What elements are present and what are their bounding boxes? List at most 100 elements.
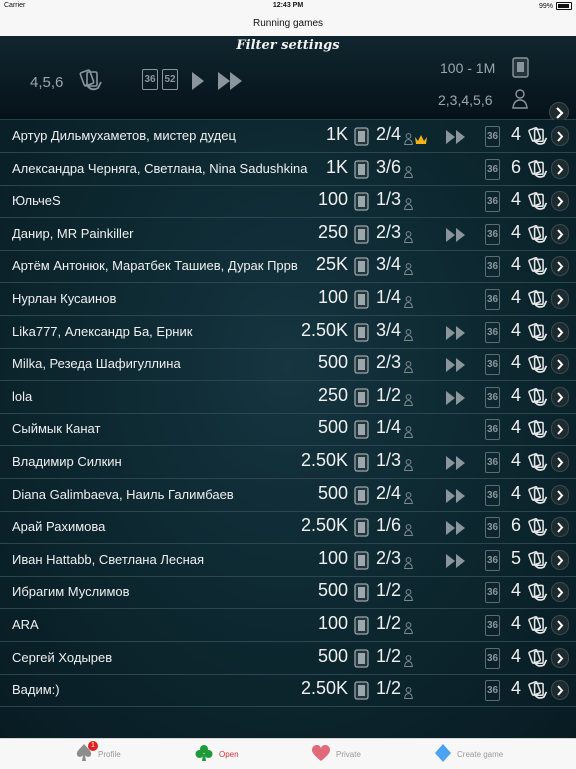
tab-private[interactable]: Private [312,739,361,769]
filter-players: 4,5,6 [30,74,64,91]
game-seats: 1/2 [376,613,402,633]
fast-speed-icon [446,521,468,540]
game-row[interactable]: ARA 100 1/2 36 4 [0,609,576,642]
filter-title: Filter settings [236,38,340,53]
game-bet: 250 [317,221,348,242]
person-icon [404,393,413,411]
hand-cards-icon [527,256,549,283]
game-row[interactable]: Lika777, Александр Ба, Ерник 2.50K 3/4 36 4 [0,316,576,349]
join-game-button[interactable] [551,256,569,277]
join-game-button[interactable] [551,191,569,212]
tab-open[interactable]: Open [195,739,239,769]
join-game-button[interactable] [551,517,569,538]
filter-panel[interactable]: Filter settings 4,5,6 36 52 100 - 1M 2,3… [0,36,576,122]
game-bet: 2.50K [300,319,348,340]
tab-create-game[interactable]: Create game [435,739,503,769]
join-game-button[interactable] [551,484,569,505]
card-icon [353,225,371,250]
hand-cards-icon [527,354,549,381]
deck-36-badge: 36 [142,69,158,90]
game-hand-size: 4 [511,221,522,242]
hand-cards-icon [527,517,549,544]
hand-cards-icon [527,191,549,218]
card-icon [353,322,371,348]
game-seats: 3/4 [376,254,402,275]
fast-speed-icon [446,227,468,247]
game-row[interactable]: Артём Антонюк, Маратбек Ташиев, Дурак Пр… [0,250,576,284]
game-row[interactable]: Иван Hattabb, Светлана Лесная 100 2/3 36 5 [0,544,576,577]
game-hand-size: 6 [511,515,522,536]
game-bet: 100 [317,613,348,633]
game-row[interactable]: ЮльчеS 100 1/3 36 4 [0,185,576,219]
card-icon [353,355,371,380]
join-game-button[interactable] [551,126,569,146]
game-seats: 2/4 [376,124,402,144]
person-icon [404,458,413,476]
deck-badge: 36 [485,191,500,213]
fast-speed-icon [446,358,468,377]
game-row[interactable]: Сыймык Канат 500 1/4 36 4 [0,413,576,447]
game-row[interactable]: Ибрагим Муслимов 500 1/2 36 4 [0,576,576,610]
join-game-button[interactable] [551,647,569,668]
game-bet: 2.50K [300,450,348,470]
join-game-button[interactable] [551,615,569,635]
game-players-names: Нурлан Кусаинов [12,291,117,306]
card-icon [353,648,371,674]
game-players-names: Артур Дильмухаметов, мистер дудец [12,128,236,143]
game-players-names: Артём Антонюк, Маратбек Ташиев, Дурак Пр… [12,258,298,274]
deck-size: 36 [485,582,500,604]
deck-badge: 36 [485,484,500,506]
game-bet: 500 [317,417,348,438]
join-game-button[interactable] [551,158,569,179]
filter-player-counts: 2,3,4,5,6 [438,92,493,108]
deck-size: 36 [485,126,500,147]
hand-cards-icon [527,680,549,707]
join-game-button[interactable] [551,354,569,375]
game-row[interactable]: Владимир Силкин 2.50K 1/3 36 4 [0,446,576,479]
tab-label: Open [219,749,239,759]
deck-badge: 36 [485,354,500,376]
join-game-button[interactable] [551,289,569,309]
game-bet: 500 [317,482,348,503]
game-row[interactable]: Вадим:) 2.50K 1/2 36 4 [0,674,576,708]
join-game-button[interactable] [551,223,569,244]
diamond-icon [435,744,451,764]
person-icon [404,523,413,541]
deck-badge: 36 [485,549,500,571]
game-row[interactable]: Данир, MR Painkiller 250 2/3 36 4 [0,218,576,251]
join-game-button[interactable] [551,680,569,701]
game-row[interactable]: Арай Рахимова 2.50K 1/6 36 6 [0,511,576,545]
game-row[interactable]: Сергей Ходырев 500 1/2 36 4 [0,642,576,675]
game-row[interactable]: lola 250 1/2 36 4 [0,381,576,414]
deck-size: 36 [485,223,500,245]
game-row[interactable]: Артур Дильмухаметов, мистер дудец 1K 2/4 36… [0,120,576,153]
card-icon [353,681,371,706]
fast-speed-icon [446,390,468,410]
deck-size: 36 [485,419,500,441]
fast-speed-icon [446,325,468,345]
card-icon [353,583,371,608]
join-game-button[interactable] [551,321,569,342]
join-game-button[interactable] [551,419,569,440]
join-game-button[interactable] [551,582,569,603]
game-row[interactable]: Нурлан Кусаинов 100 1/4 36 4 [0,283,576,316]
game-bet: 500 [317,580,348,601]
card-icon [353,192,371,217]
game-row[interactable]: Milka, Резеда Шафигуллина 500 2/3 36 4 [0,348,576,382]
fast-speed-icon [446,456,468,475]
game-bet: 1K [325,156,348,177]
game-seats: 2/3 [376,221,402,242]
filter-next-button[interactable] [549,102,569,122]
game-row[interactable]: Александра Черняга, Светлана, Nina Sadus… [0,153,576,186]
join-game-button[interactable] [551,386,569,407]
game-seats: 1/4 [376,417,402,438]
join-game-button[interactable] [551,549,569,570]
game-row[interactable]: Diana Galimbaeva, Наиль Галимбаев 500 2/4 3… [0,479,576,512]
deck-size: 36 [485,158,500,180]
game-hand-size: 4 [511,287,522,307]
tab-profile[interactable]: 1 Profile [76,739,121,769]
person-icon [404,197,413,215]
join-game-button[interactable] [551,452,569,472]
fast-speed-icon [446,488,468,508]
game-seats: 2/3 [376,352,402,373]
